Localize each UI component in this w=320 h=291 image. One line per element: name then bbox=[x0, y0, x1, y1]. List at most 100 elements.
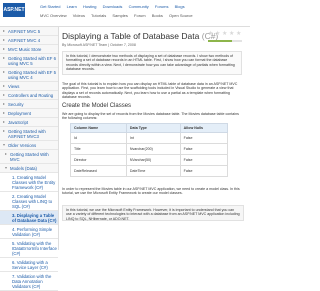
subnav-videos[interactable]: Videos bbox=[73, 13, 85, 18]
table-cell: DateReleased bbox=[70, 165, 127, 177]
table-cell: Id bbox=[70, 132, 127, 144]
rating-widget[interactable]: ★ ★ ★ ★ ★ bbox=[208, 31, 244, 45]
sidebar-item-label: 2. Creating Model Classes with LINQ to S… bbox=[12, 193, 53, 209]
table-cell: False bbox=[179, 154, 229, 166]
table-cell: False bbox=[179, 165, 229, 177]
sidebar-item[interactable]: Security bbox=[0, 100, 58, 109]
nav-get-started[interactable]: Get Started bbox=[40, 4, 60, 9]
subnav-open-source[interactable]: Open Source bbox=[169, 13, 193, 18]
chevron-right-icon[interactable] bbox=[3, 48, 5, 50]
star-icon[interactable]: ★ bbox=[208, 31, 214, 37]
nav-blogs[interactable]: Blogs bbox=[175, 4, 185, 9]
article-main: Displaying a Table of Database Data (C#)… bbox=[62, 27, 248, 250]
chevron-right-icon[interactable] bbox=[3, 71, 5, 73]
sidebar-item[interactable]: Controllers and Routing bbox=[0, 91, 58, 100]
paragraph-goal: The goal of this tutorial is to explain … bbox=[62, 82, 238, 100]
sidebar-item[interactable]: 1. Creating Model Classes with the Entit… bbox=[0, 173, 58, 192]
sidebar-item-label: ASP.NET MVC 5 bbox=[8, 28, 41, 34]
subnav-samples[interactable]: Samples bbox=[112, 13, 128, 18]
chevron-right-icon[interactable] bbox=[3, 130, 5, 132]
table-cell: Title bbox=[70, 143, 127, 155]
sidebar-item[interactable]: Older Versions bbox=[0, 141, 58, 150]
chevron-right-icon[interactable] bbox=[3, 30, 5, 32]
subnav-mvc-overview[interactable]: MVC Overview bbox=[40, 13, 67, 18]
page-title-text: Displaying a Table of Database Data bbox=[62, 31, 200, 41]
table-cell: False bbox=[179, 143, 229, 155]
movies-columns-table: Column Name Data Type Allow Nulls Id Int… bbox=[70, 123, 229, 177]
rating-bar-fill bbox=[208, 40, 232, 42]
sidebar-item-label: 7. Validation with the Data Annotation V… bbox=[12, 273, 52, 289]
star-icon[interactable]: ★ bbox=[236, 31, 242, 37]
chevron-right-icon[interactable] bbox=[3, 121, 5, 123]
sidebar-item-label: Getting Started With MVC bbox=[10, 151, 49, 162]
nav-hosting[interactable]: Hosting bbox=[83, 4, 97, 9]
star-icon[interactable]: ★ bbox=[215, 31, 221, 37]
sidebar-item-label: Getting Started with ASP.NET MVC3 bbox=[8, 128, 46, 139]
table-row: DateReleased DateTime False bbox=[70, 165, 229, 177]
star-icon[interactable]: ★ bbox=[222, 31, 228, 37]
sidebar-item-label: 4. Performing Simple Validation (C#) bbox=[12, 226, 53, 237]
subnav-forum[interactable]: Forum bbox=[134, 13, 146, 18]
sidebar-item-label: Getting Started with EF 6 using MVC 5 bbox=[8, 55, 57, 66]
intro-box: In this tutorial, I demonstrate two meth… bbox=[62, 51, 242, 75]
sidebar-item[interactable]: Getting Started with EF 5 using MVC 4 bbox=[0, 68, 58, 82]
sidebar-item[interactable]: 7. Validation with the Data Annotation V… bbox=[0, 272, 58, 291]
sidebar-item-label: 3. Displaying a Table of Database Data (… bbox=[12, 212, 57, 223]
star-icon[interactable]: ★ bbox=[229, 31, 235, 37]
sidebar-item[interactable]: ASP.NET MVC 4 bbox=[0, 36, 58, 45]
sidebar-item-label: Controllers and Routing bbox=[8, 92, 54, 98]
sidebar-item[interactable]: Models (Data) bbox=[0, 164, 58, 173]
sidebar-item[interactable]: MVC Music Store bbox=[0, 45, 58, 54]
chevron-down-icon[interactable] bbox=[5, 167, 7, 169]
table-header-cell: Column Name bbox=[70, 123, 127, 133]
sidebar-item-label: Security bbox=[8, 101, 24, 107]
subnav-tutorials[interactable]: Tutorials bbox=[91, 13, 106, 18]
chevron-down-icon[interactable] bbox=[3, 144, 5, 146]
table-cell: Director bbox=[70, 154, 127, 166]
sidebar-item[interactable]: Getting Started with ASP.NET MVC3 bbox=[0, 127, 58, 141]
sidebar-item[interactable]: ASP.NET MVC 5 bbox=[0, 27, 58, 36]
sidebar-item-label: Older Versions bbox=[8, 142, 37, 148]
chevron-right-icon[interactable] bbox=[3, 39, 5, 41]
sidebar-item-label: 6. Validating with a Service Layer (C#) bbox=[12, 259, 48, 270]
sidebar-item[interactable]: 6. Validating with a Service Layer (C#) bbox=[0, 258, 58, 272]
rating-bar bbox=[208, 40, 242, 42]
table-cell: False bbox=[179, 132, 229, 144]
aspnet-logo[interactable]: ASP.NET bbox=[3, 3, 25, 17]
table-cell: DateTime bbox=[125, 165, 181, 177]
nav-forums[interactable]: Forums bbox=[155, 4, 169, 9]
table-header-cell: Data Type bbox=[125, 123, 181, 133]
sidebar-item-label: ASP.NET MVC 4 bbox=[8, 37, 41, 43]
table-row: Director NVarchar(50) False bbox=[70, 154, 229, 166]
sidebar-item[interactable]: 4. Performing Simple Validation (C#) bbox=[0, 225, 58, 239]
sidebar-item[interactable]: Deployment bbox=[0, 109, 58, 118]
subnav-books[interactable]: Books bbox=[152, 13, 163, 18]
chevron-right-icon[interactable] bbox=[3, 112, 5, 114]
chevron-right-icon[interactable] bbox=[3, 57, 5, 59]
sidebar-item[interactable]: 2. Creating Model Classes with LINQ to S… bbox=[0, 192, 58, 211]
chevron-right-icon[interactable] bbox=[3, 103, 5, 105]
nav-community[interactable]: Community bbox=[129, 4, 149, 9]
section-heading: Create the Model Classes bbox=[62, 103, 132, 109]
sidebar-item-label: Deployment bbox=[8, 110, 31, 116]
chevron-right-icon[interactable] bbox=[3, 94, 5, 96]
sidebar-item[interactable]: Getting Started with EF 6 using MVC 5 bbox=[0, 54, 58, 68]
site-header: ASP.NET Get Started Learn Hosting Downlo… bbox=[0, 0, 250, 27]
sidebar-item[interactable]: Views bbox=[0, 82, 58, 91]
note-box: In this tutorial, we use the Microsoft E… bbox=[62, 205, 244, 221]
sidebar: ASP.NET MVC 5 ASP.NET MVC 4 MVC Music Stor… bbox=[0, 27, 59, 291]
sidebar-item[interactable]: 5. Validating with the IDataErrorInfo In… bbox=[0, 239, 58, 258]
chevron-right-icon[interactable] bbox=[3, 85, 5, 87]
sidebar-item[interactable]: Getting Started With MVC bbox=[0, 150, 58, 164]
table-cell: Nvarchar(200) bbox=[125, 143, 181, 155]
sidebar-item-label: 5. Validating with the IDataErrorInfo In… bbox=[12, 240, 57, 256]
nav-downloads[interactable]: Downloads bbox=[103, 4, 123, 9]
sidebar-item-label: JavaScript bbox=[8, 119, 29, 125]
page-title: Displaying a Table of Database Data (C#) bbox=[62, 31, 218, 41]
sidebar-item[interactable]: 3. Displaying a Table of Database Data (… bbox=[0, 211, 58, 225]
chevron-right-icon[interactable] bbox=[5, 153, 7, 155]
nav-learn[interactable]: Learn bbox=[67, 4, 77, 9]
sub-nav: MVC Overview Videos Tutorials Samples Fo… bbox=[40, 13, 198, 18]
sidebar-item-label: 1. Creating Model Classes with the Entit… bbox=[12, 174, 56, 190]
sidebar-item[interactable]: JavaScript bbox=[0, 118, 58, 127]
